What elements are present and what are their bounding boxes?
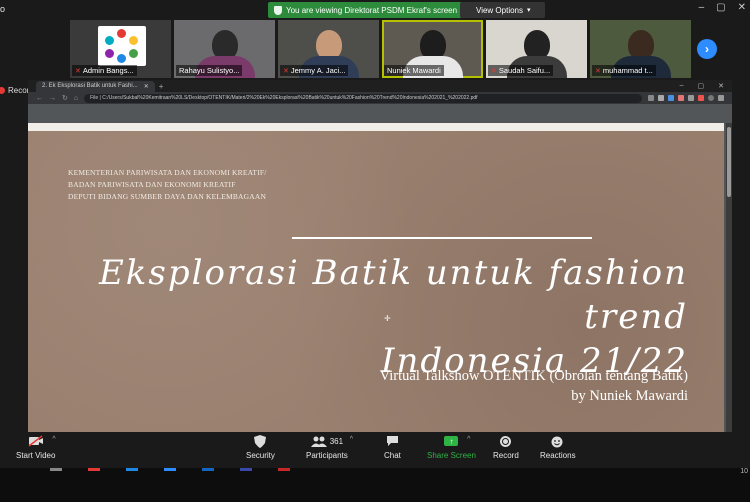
taskbar-app-icon[interactable] — [164, 468, 176, 471]
chevron-up-icon[interactable]: ^ — [350, 436, 353, 443]
extension-icon[interactable] — [698, 95, 704, 101]
divider-line — [292, 237, 592, 239]
chevron-up-icon[interactable]: ^ — [467, 436, 470, 443]
record-icon — [500, 434, 512, 448]
minimize-icon[interactable]: – — [699, 2, 705, 13]
window-controls: – ▢ ✕ — [699, 2, 746, 13]
taskbar-apps — [50, 468, 290, 471]
top-bar: o You are viewing Direktorat PSDM Ekraf'… — [0, 0, 750, 20]
maximize-icon[interactable]: ▢ — [716, 2, 725, 13]
participant-tile-active-speaker[interactable]: Nuniek Mawardi — [382, 20, 483, 78]
taskbar-app-icon[interactable] — [240, 468, 252, 471]
taskbar-app-icon[interactable] — [126, 468, 138, 471]
profile-avatar-icon[interactable] — [708, 95, 714, 101]
share-screen-button[interactable]: ↑ ^ Share Screen — [427, 434, 476, 460]
participants-icon: 361 ^ — [310, 434, 353, 448]
institution-header: KEMENTERIAN PARIWISATA DAN EKONOMI KREAT… — [68, 168, 267, 201]
participant-tile[interactable]: ✕ Jemmy A. Jaci... — [278, 20, 379, 78]
system-clock: 10 — [740, 468, 748, 475]
participant-name: ✕ Admin Bangs... — [72, 65, 137, 76]
record-button[interactable]: Record — [493, 434, 519, 460]
participant-name: Nuniek Mawardi — [384, 65, 444, 76]
extension-icon[interactable] — [678, 95, 684, 101]
muted-mic-icon: ✕ — [595, 67, 601, 75]
zoom-meeting-window: o You are viewing Direktorat PSDM Ekraf'… — [0, 0, 750, 502]
slide-subtitle: Virtual Talkshow OTENTIK (Obrolan tentan… — [379, 368, 688, 404]
participant-name: ✕ Jemmy A. Jaci... — [280, 65, 349, 76]
meeting-toolbar: ^ Start Video Security 361 ^ Participant… — [0, 432, 750, 468]
home-icon[interactable]: ⌂ — [74, 95, 78, 102]
participant-name: ✕ muhammad t... — [592, 65, 656, 76]
participant-tile[interactable]: ✕ Saudah Saifu... — [486, 20, 587, 78]
reload-icon[interactable]: ↻ — [62, 94, 68, 102]
forward-icon[interactable]: → — [49, 95, 56, 102]
muted-mic-icon: ✕ — [283, 67, 289, 75]
chevron-down-icon: ▾ — [527, 7, 531, 14]
emoji-plus-icon — [551, 434, 564, 448]
view-options-label: View Options — [476, 5, 523, 15]
shared-screen: 2. Ek Eksplorasi Batik untuk Fashi... ✕ … — [28, 80, 732, 432]
mouse-cursor-icon: ✛ — [384, 314, 391, 323]
avatar-logo — [98, 26, 146, 66]
back-icon[interactable]: ← — [36, 95, 43, 102]
participant-tile[interactable]: Rahayu Sulistyo... — [174, 20, 275, 78]
start-video-button[interactable]: ^ Start Video — [16, 434, 56, 460]
browser-minimize-icon[interactable]: – — [680, 82, 684, 90]
page-top-edge — [28, 123, 724, 131]
reactions-button[interactable]: Reactions — [540, 434, 576, 460]
recording-dot-icon — [0, 87, 5, 94]
zoom-icon[interactable] — [648, 95, 654, 101]
browser-tab-bar: 2. Ek Eksplorasi Batik untuk Fashi... ✕ … — [28, 80, 732, 92]
tab-close-icon[interactable]: ✕ — [144, 83, 149, 90]
viewing-banner-text: You are viewing Direktorat PSDM Ekraf's … — [286, 5, 458, 15]
browser-window-controls: – ▢ ✕ — [680, 82, 732, 90]
taskbar-app-icon[interactable] — [88, 468, 100, 471]
os-taskbar: 10 — [0, 468, 750, 502]
scrollbar-thumb[interactable] — [727, 127, 731, 197]
pdf-viewer: KEMENTERIAN PARIWISATA DAN EKONOMI KREAT… — [28, 104, 732, 432]
taskbar-app-icon[interactable] — [202, 468, 214, 471]
close-icon[interactable]: ✕ — [738, 2, 746, 13]
muted-mic-icon: ✕ — [491, 67, 497, 75]
slide-title: Eksplorasi Batik untuk fashion trend Ind… — [98, 253, 688, 381]
participants-count: 361 — [329, 436, 344, 446]
browser-maximize-icon[interactable]: ▢ — [698, 82, 705, 90]
taskbar-app-icon[interactable] — [50, 468, 62, 471]
browser-close-icon[interactable]: ✕ — [718, 82, 724, 90]
chat-button[interactable]: Chat — [384, 434, 401, 460]
top-left-text: o — [0, 4, 6, 14]
browser-address-bar: ← → ↻ ⌂ File | C:/Users/Sukbal%20Kemitra… — [28, 92, 732, 104]
browser-extensions — [648, 95, 724, 101]
browser-tab[interactable]: 2. Ek Eksplorasi Batik untuk Fashi... ✕ — [36, 80, 155, 92]
participants-button[interactable]: 361 ^ Participants — [306, 434, 353, 460]
extension-icon[interactable] — [668, 95, 674, 101]
menu-icon[interactable] — [718, 95, 724, 101]
participant-name: Rahayu Sulistyo... — [176, 65, 243, 76]
viewing-screen-banner: You are viewing Direktorat PSDM Ekraf's … — [268, 2, 464, 18]
new-tab-icon[interactable]: + — [159, 82, 164, 91]
participant-tile[interactable]: ✕ muhammad t... — [590, 20, 691, 78]
participant-name: ✕ Saudah Saifu... — [488, 65, 554, 76]
chat-icon — [386, 434, 399, 448]
star-icon[interactable] — [658, 95, 664, 101]
participant-tile[interactable]: ✕ Admin Bangs... — [70, 20, 171, 78]
participant-strip: ✕ Admin Bangs... Rahayu Sulistyo... ✕ Je… — [70, 20, 691, 78]
shield-icon — [254, 434, 267, 448]
view-options-button[interactable]: View Options ▾ — [460, 2, 545, 18]
muted-mic-icon: ✕ — [75, 67, 81, 75]
browser-tab-title: 2. Ek Eksplorasi Batik untuk Fashi... — [42, 83, 138, 89]
taskbar-app-icon[interactable] — [278, 468, 290, 471]
pdf-scrollbar[interactable] — [726, 123, 732, 432]
next-page-arrow-icon[interactable]: › — [697, 39, 717, 59]
slide-page: KEMENTERIAN PARIWISATA DAN EKONOMI KREAT… — [28, 123, 724, 432]
security-button[interactable]: Security — [246, 434, 275, 460]
shield-icon — [274, 5, 282, 15]
address-field[interactable]: File | C:/Users/Sukbal%20Kemitraan%20LS/… — [84, 93, 642, 103]
chevron-up-icon[interactable]: ^ — [52, 436, 55, 443]
extension-icon[interactable] — [688, 95, 694, 101]
share-screen-icon: ↑ ^ — [444, 434, 470, 448]
video-off-icon: ^ — [28, 434, 56, 448]
